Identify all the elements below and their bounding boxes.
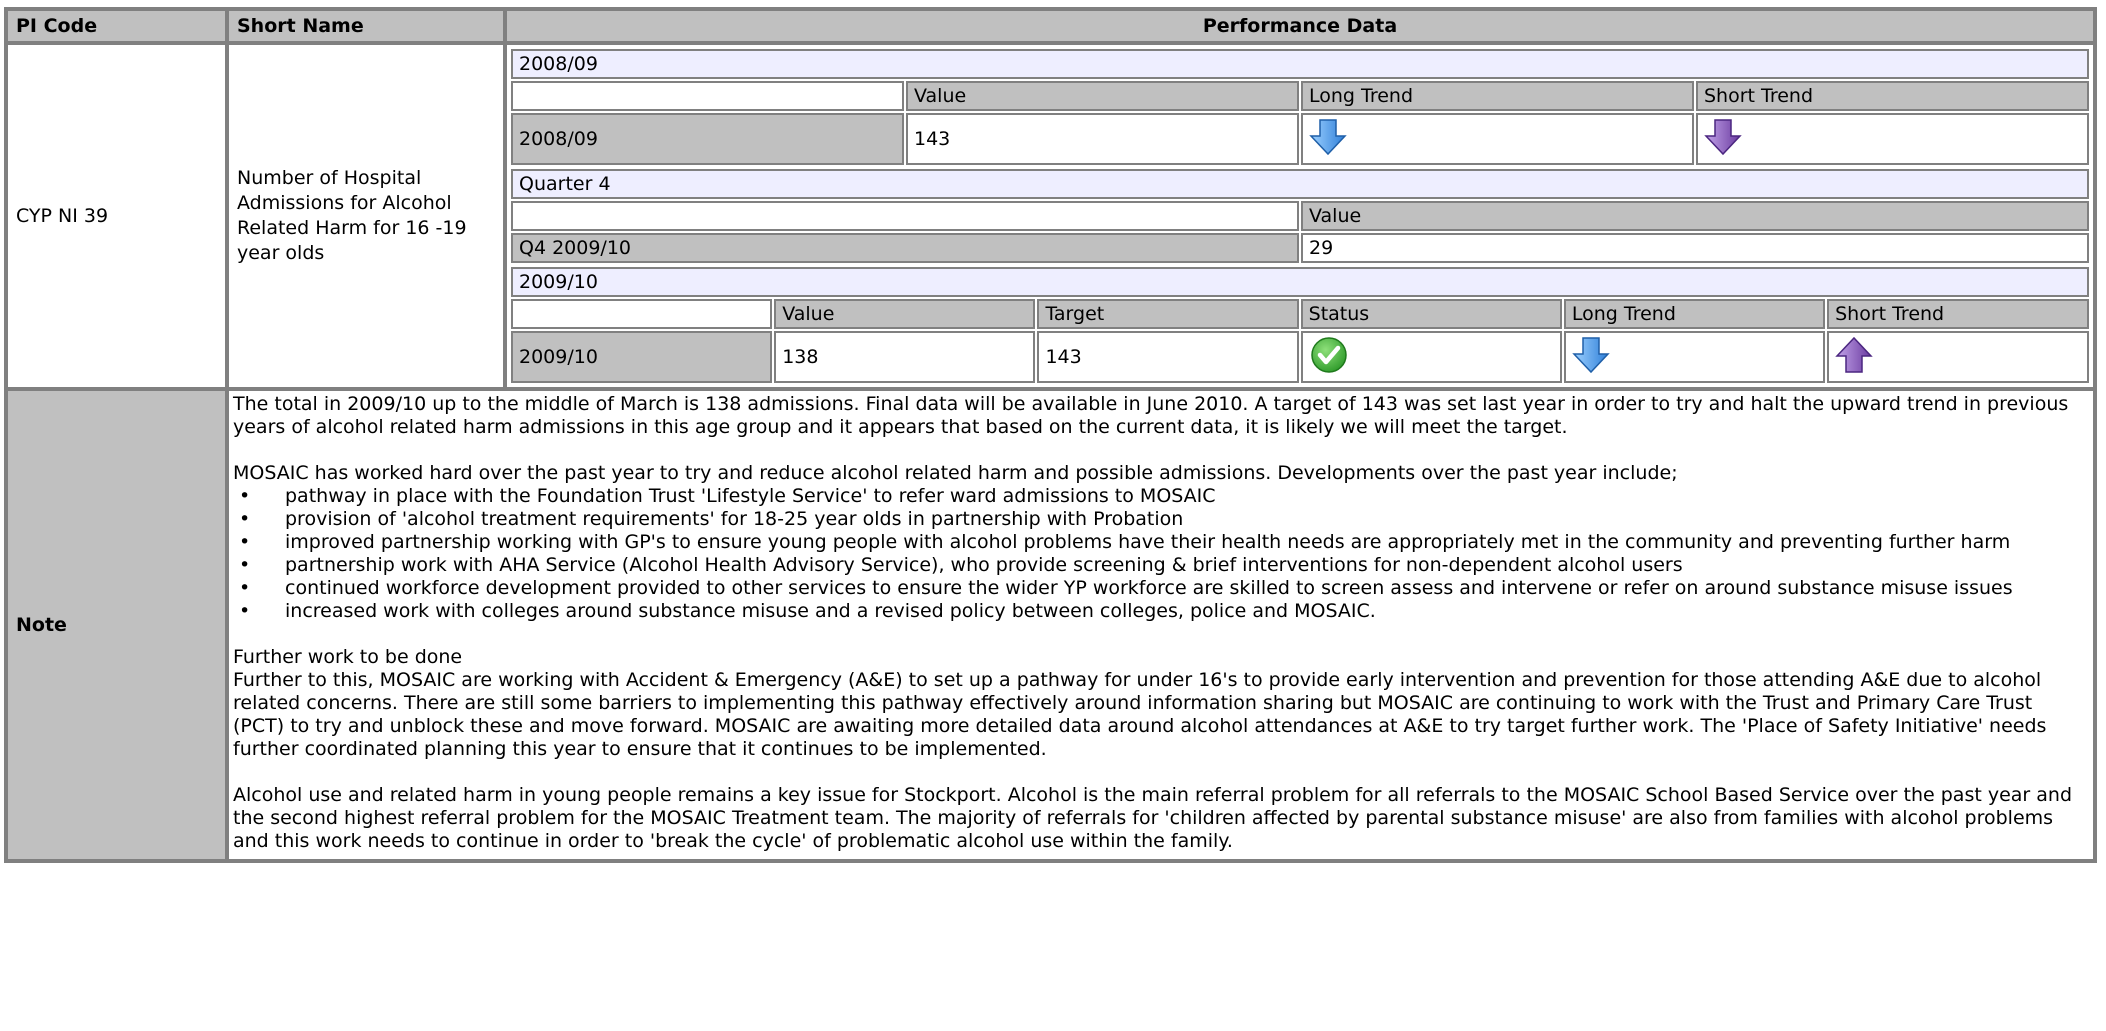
performance-data-cell: 2008/09 Value Long Trend Short Trend 200…: [505, 43, 2095, 389]
arrow-up-purple-icon: [1835, 336, 1873, 379]
period-band: Quarter 4: [511, 169, 2089, 199]
long-trend-cell: [1563, 331, 1826, 383]
list-item: • continued workforce development provide…: [239, 577, 2013, 599]
pi-code-header: PI Code: [6, 9, 227, 43]
arrow-down-purple-icon: [1704, 118, 1742, 161]
period-band: 2008/09: [511, 49, 2089, 79]
row-label: Q4 2009/10: [511, 233, 1299, 263]
check-circle-green-icon: [1309, 335, 1349, 380]
list-item: • increased work with colleges around sub…: [239, 600, 1376, 622]
arrow-down-blue-icon: [1572, 336, 1610, 379]
perf-block-quarter-4: Quarter 4 Value Q4 2009/10 29: [509, 167, 2091, 265]
value-cell: 138: [774, 331, 1036, 383]
short-name-header: Short Name: [227, 9, 505, 43]
note-row: Note The total in 2009/10 up to the midd…: [6, 389, 2095, 861]
short-name-value: Number of Hospital Admissions for Alcoho…: [227, 43, 505, 389]
list-item: • partnership work with AHA Service (Alco…: [239, 554, 1683, 576]
developments-list: • pathway in place with the Foundation Tr…: [233, 485, 2089, 623]
note-paragraph: Further to this, MOSAIC are working with…: [233, 669, 2047, 760]
row-label: 2009/10: [511, 331, 773, 383]
status-header: Status: [1300, 299, 1562, 329]
value-cell: 143: [906, 113, 1299, 165]
indicator-row: CYP NI 39 Number of Hospital Admissions …: [6, 43, 2095, 389]
value-cell: 29: [1301, 233, 2089, 263]
list-item: • pathway in place with the Foundation Tr…: [239, 485, 1216, 507]
performance-report-table: PI Code Short Name Performance Data CYP …: [4, 7, 2097, 863]
target-cell: 143: [1037, 331, 1299, 383]
short-trend-cell: [1696, 113, 2089, 165]
pi-code-value: CYP NI 39: [6, 43, 227, 389]
corner-cell: [511, 81, 904, 111]
note-paragraph: MOSAIC has worked hard over the past yea…: [233, 462, 1678, 484]
corner-cell: [511, 201, 1299, 231]
row-label: 2008/09: [511, 113, 904, 165]
long-trend-header: Long Trend: [1301, 81, 1694, 111]
header-row: PI Code Short Name Performance Data: [6, 9, 2095, 43]
arrow-down-blue-icon: [1309, 118, 1347, 161]
list-item: • improved partnership working with GP's …: [239, 531, 2011, 553]
perf-block-annual-2008-09: 2008/09 Value Long Trend Short Trend 200…: [509, 47, 2091, 167]
note-content: The total in 2009/10 up to the middle of…: [227, 389, 2095, 861]
list-item: • provision of 'alcohol treatment require…: [239, 508, 1184, 530]
status-cell: [1300, 331, 1562, 383]
long-trend-header: Long Trend: [1563, 299, 1826, 329]
target-header: Target: [1037, 299, 1299, 329]
value-header: Value: [1301, 201, 2089, 231]
note-paragraph: Alcohol use and related harm in young pe…: [233, 784, 2073, 852]
short-trend-header: Short Trend: [1827, 299, 2089, 329]
period-band: 2009/10: [511, 267, 2089, 297]
value-header: Value: [774, 299, 1036, 329]
value-header: Value: [906, 81, 1299, 111]
perf-block-annual-2009-10: 2009/10 Value Target Status Long Trend S…: [509, 265, 2091, 385]
short-trend-cell: [1827, 331, 2089, 383]
note-paragraph: The total in 2009/10 up to the middle of…: [233, 393, 2069, 438]
performance-data-header: Performance Data: [505, 9, 2095, 43]
long-trend-cell: [1301, 113, 1694, 165]
note-label: Note: [6, 389, 227, 861]
corner-cell: [511, 299, 773, 329]
short-trend-header: Short Trend: [1696, 81, 2089, 111]
further-work-heading: Further work to be done: [233, 646, 463, 668]
